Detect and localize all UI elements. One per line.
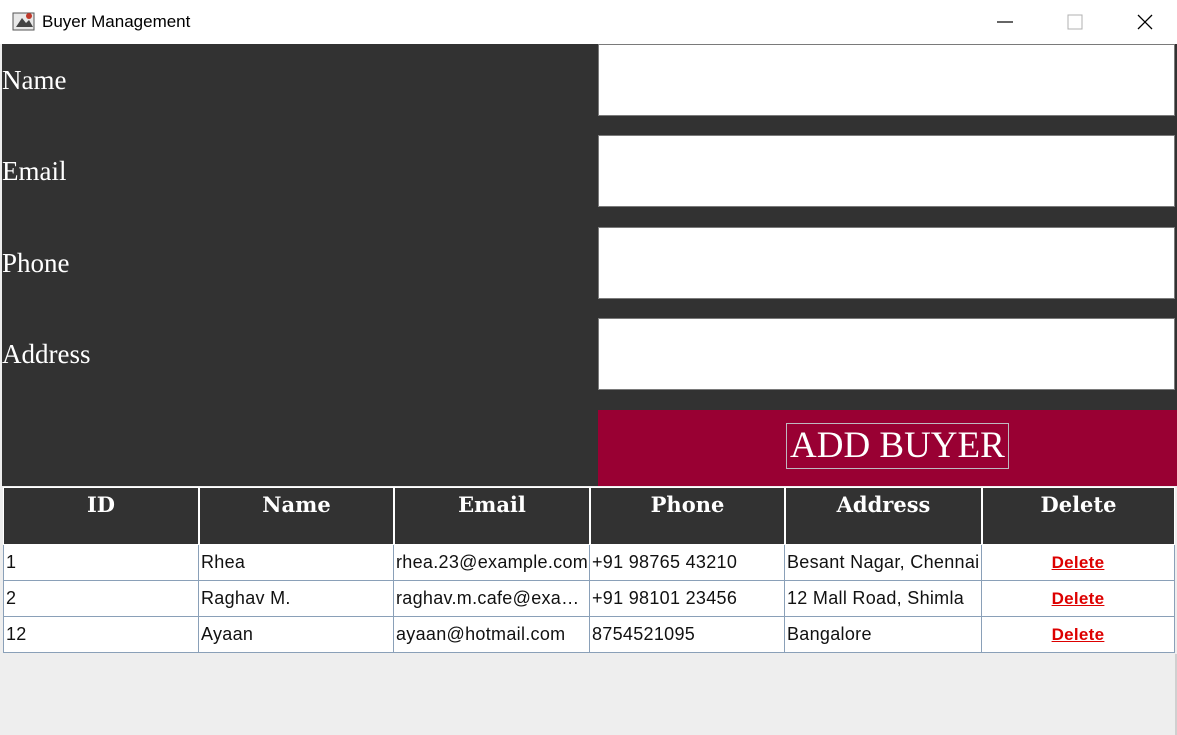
cell-id[interactable]: 12	[3, 617, 199, 653]
window-title: Buyer Management	[42, 12, 191, 31]
delete-link[interactable]: Delete	[1052, 625, 1105, 644]
close-icon	[1137, 14, 1153, 30]
column-header-name[interactable]: Name	[199, 487, 394, 545]
column-header-delete[interactable]: Delete	[982, 487, 1175, 545]
cell-email[interactable]: raghav.m.cafe@example.com	[394, 581, 590, 617]
cell-name[interactable]: Rhea	[199, 545, 394, 581]
cell-id[interactable]: 2	[3, 581, 199, 617]
cell-delete: Delete	[982, 545, 1175, 581]
cell-address[interactable]: 12 Mall Road, Shimla	[785, 581, 982, 617]
table-row[interactable]: 1 Rhea rhea.23@example.com +91 98765 432…	[3, 545, 1175, 581]
cell-address[interactable]: Bangalore	[785, 617, 982, 653]
table-row[interactable]: 2 Raghav M. raghav.m.cafe@example.com +9…	[3, 581, 1175, 617]
cell-delete: Delete	[982, 581, 1175, 617]
cell-phone[interactable]: +91 98101 23456	[590, 581, 785, 617]
column-header-phone[interactable]: Phone	[590, 487, 785, 545]
title-bar: Buyer Management	[0, 0, 1177, 44]
cell-name[interactable]: Ayaan	[199, 617, 394, 653]
delete-link[interactable]: Delete	[1052, 553, 1105, 572]
phone-label: Phone	[2, 248, 70, 278]
address-label: Address	[2, 339, 91, 369]
minimize-icon	[997, 21, 1013, 23]
maximize-button[interactable]	[1040, 0, 1110, 44]
cell-phone[interactable]: +91 98765 43210	[590, 545, 785, 581]
name-label: Name	[2, 65, 67, 95]
maximize-icon	[1067, 14, 1083, 30]
table-row[interactable]: 12 Ayaan ayaan@hotmail.com 8754521095 Ba…	[3, 617, 1175, 653]
close-button[interactable]	[1110, 0, 1177, 44]
cell-id[interactable]: 1	[3, 545, 199, 581]
minimize-button[interactable]	[970, 0, 1040, 44]
cell-name[interactable]: Raghav M.	[199, 581, 394, 617]
email-label: Email	[2, 156, 67, 186]
cell-address[interactable]: Besant Nagar, Chennai	[785, 545, 982, 581]
cell-email[interactable]: ayaan@hotmail.com	[394, 617, 590, 653]
phone-field[interactable]	[598, 227, 1175, 299]
add-buyer-button-label: ADD BUYER	[786, 423, 1009, 469]
address-field[interactable]	[598, 318, 1175, 390]
add-buyer-button[interactable]: ADD BUYER	[598, 410, 1177, 486]
delete-link[interactable]: Delete	[1052, 589, 1105, 608]
java-app-icon	[12, 10, 36, 32]
name-field[interactable]	[598, 44, 1175, 116]
cell-phone[interactable]: 8754521095	[590, 617, 785, 653]
column-header-address[interactable]: Address	[785, 487, 982, 545]
email-field[interactable]	[598, 135, 1175, 207]
column-header-email[interactable]: Email	[394, 487, 590, 545]
buyer-form-panel: Name Email Phone Address ADD BUYER	[2, 44, 1177, 486]
buyers-table: ID Name Email Phone Address Delete 1 Rhe…	[3, 487, 1175, 653]
cell-delete: Delete	[982, 617, 1175, 653]
table-header: ID Name Email Phone Address Delete	[3, 487, 1175, 545]
cell-email[interactable]: rhea.23@example.com	[394, 545, 590, 581]
column-header-id[interactable]: ID	[3, 487, 199, 545]
